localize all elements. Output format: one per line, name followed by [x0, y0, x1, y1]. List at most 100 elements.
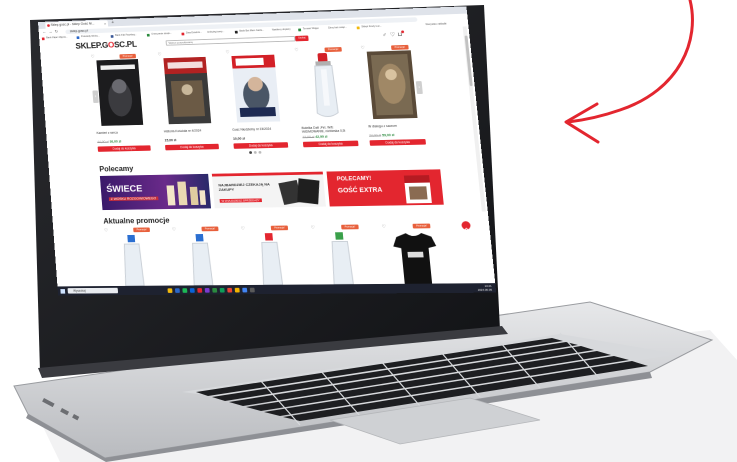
product-card[interactable]: ♡ Historia Kościoła nr 4/2024 15,00 zł D… [157, 51, 220, 151]
taskbar-clock[interactable]: 13:21 2024-06-05 [464, 284, 493, 293]
old-price: 72,00 zł [302, 135, 315, 140]
product-card[interactable]: ♡ Gość Niedzielny nr 23/2024 10,00 zł Do… [225, 49, 289, 149]
wishlist-heart-icon[interactable]: ♡ [311, 225, 316, 231]
bookmark-icon [76, 35, 80, 39]
product-name[interactable]: Gość Niedzielny nr 23/2024 [232, 127, 287, 132]
product-card[interactable]: ♡ Promocja! W dialogu z sacrum 74,00 zł … [360, 44, 427, 146]
carousel-next-button[interactable]: › [415, 81, 423, 95]
add-to-cart-button[interactable]: Dodaj do koszyka [369, 139, 427, 146]
scene: Sklep.gosc.pl - Sklep Gość Ni... × + ← →… [0, 0, 737, 462]
promo-bottle-image[interactable] [326, 232, 356, 284]
promo-badge: Promocja! [412, 223, 431, 229]
magazine-illustration [403, 175, 432, 204]
wishlist-heart-icon[interactable]: ♡ [241, 226, 246, 232]
promo-bottle-image[interactable] [187, 234, 216, 286]
annotation-arrow [566, 0, 694, 124]
promo-tshirt-image[interactable] [392, 231, 440, 284]
bookmark-icon [181, 32, 185, 35]
product-name[interactable]: Kamień z serca [96, 130, 149, 135]
banner-headline: ŚWIECE [106, 184, 143, 195]
search-button[interactable]: Szukaj [295, 35, 309, 42]
heart-icon[interactable]: ♡ [390, 32, 396, 39]
file-explorer-icon[interactable] [167, 287, 173, 293]
promo-bottle-image[interactable] [119, 234, 147, 286]
user-icon[interactable]: ♂ [382, 32, 387, 39]
product-price: 10,00 zł [233, 137, 245, 141]
carousel-dot[interactable] [249, 151, 253, 154]
wishlist-heart-icon[interactable]: ♡ [360, 45, 365, 51]
product-name[interactable]: Butelka Dafi ,Pet. W/E WIDMOWANIE, niebi… [301, 125, 357, 134]
banner-subtitle: W ZNAJDZIESZ SPRZEDAŻY [219, 198, 262, 203]
product-image-magazine-gosc[interactable] [231, 54, 281, 123]
product-price: 74,00 zł 59,00 zł [369, 133, 395, 137]
books-illustration [278, 178, 320, 205]
bookmark-icon [146, 33, 150, 37]
product-name[interactable]: Historia Kościoła nr 4/2024 [164, 128, 218, 133]
add-to-cart-button[interactable]: Dodaj do koszyka [302, 140, 359, 148]
banner-subtitle: POLECAMY! [336, 176, 372, 183]
taskbar-app-icon[interactable] [197, 287, 203, 293]
logo-text: SKLEP.G [75, 40, 109, 51]
carousel-dot[interactable] [253, 151, 257, 154]
bookmark-icon [356, 26, 360, 29]
product-price: 44,90 zł 36,00 zł [97, 140, 121, 144]
wishlist-heart-icon[interactable]: ♡ [381, 224, 386, 230]
taskbar-search-label: Wyszukaj [73, 288, 86, 293]
promo-badge: Promocja! [341, 224, 359, 230]
product-image-bottle-dafi[interactable] [308, 52, 343, 121]
taskbar-app-icon[interactable] [219, 287, 225, 293]
product-card[interactable]: ♡ Promocja! Butelka Dafi ,Pet. W/E WIDMO… [294, 47, 359, 148]
promo-badge: Promocja! [133, 227, 150, 233]
product-image-magazine-historia[interactable] [163, 56, 212, 125]
taskbar-app-icon[interactable] [204, 287, 210, 293]
banner-gosc-extra[interactable]: POLECAMY! GOŚĆ EXTRA [326, 169, 444, 207]
taskbar-app-icon[interactable] [189, 287, 195, 293]
banner-sprzedaz[interactable]: NAJBARDZIEJ CZEKAJĄ NA ZAKUPY W ZNAJDZIE… [211, 171, 326, 209]
taskbar-app-icon[interactable] [249, 287, 255, 292]
search-input[interactable] [165, 35, 296, 46]
taskbar-app-icon[interactable] [234, 287, 240, 293]
product-image-book-sacrum[interactable] [366, 50, 418, 120]
cart-count-badge [401, 30, 405, 34]
product-name[interactable]: W dialogu z sacrum [368, 123, 424, 128]
new-price: 36,00 zł [109, 139, 122, 144]
laptop-screen: Sklep.gosc.pl - Sklep Gość Ni... × + ← →… [38, 6, 497, 296]
new-price: 10,00 zł [232, 136, 246, 141]
banner-headline: GOŚĆ EXTRA [337, 187, 383, 195]
tab-title: Sklep.gosc.pl - Sklep Gość Ni... [50, 21, 95, 27]
promo-badge: Promocja! [201, 226, 219, 232]
taskbar-app-icon[interactable] [242, 287, 248, 292]
carousel-dot[interactable] [258, 150, 262, 154]
add-to-cart-button[interactable]: Dodaj do koszyka [165, 143, 220, 151]
product-image-book-kamien[interactable] [96, 59, 144, 126]
wishlist-heart-icon[interactable]: ♡ [172, 227, 177, 233]
wishlist-heart-icon[interactable]: ♡ [157, 52, 162, 57]
wishlist-heart-icon[interactable]: ♡ [104, 228, 109, 233]
scroll-top-button[interactable] [461, 221, 471, 230]
chevron-up-icon [462, 225, 472, 234]
wishlist-heart-icon[interactable]: ♡ [91, 54, 95, 59]
chrome-icon[interactable] [227, 287, 233, 293]
wishlist-heart-icon[interactable]: ♡ [225, 50, 230, 55]
windows-start-icon[interactable] [60, 288, 66, 294]
bookmark-icon [41, 37, 45, 40]
new-price: 59,00 zł [381, 133, 395, 138]
promocje-title: Aktualne promocje [103, 216, 170, 226]
banner-subtitle: Z WOSKU ROZGOWIOWEGO [108, 196, 159, 201]
add-to-cart-button[interactable]: Dodaj do koszyka [233, 142, 289, 149]
wishlist-heart-icon[interactable]: ♡ [294, 48, 299, 54]
add-to-cart-button[interactable]: Dodaj do koszyka [97, 145, 151, 152]
site-logo[interactable]: SKLEP.GOSC.PL [75, 40, 137, 51]
product-card[interactable]: ♡ Promocja! Kamień z serca 44,90 zł 36,0… [91, 53, 151, 152]
carousel-prev-button[interactable]: ‹ [92, 90, 99, 103]
banner-swiece[interactable]: ŚWIECE Z WOSKU ROZGOWIOWEGO [99, 173, 212, 211]
logo-text: SC.PL [113, 39, 138, 50]
tab-favicon-icon [46, 24, 50, 27]
promo-bottle-image[interactable] [256, 233, 285, 285]
taskbar-app-icon[interactable] [212, 287, 218, 293]
promo-badge: Promocja! [119, 53, 137, 59]
promotions-row: ♡ Promocja! ♡ Promocja! ♡ Promocja! ♡ Pr… [104, 223, 489, 286]
taskbar-app-icon[interactable] [182, 287, 188, 293]
taskbar-app-icon[interactable] [174, 287, 180, 293]
taskbar-search[interactable]: Wyszukaj [67, 287, 119, 294]
